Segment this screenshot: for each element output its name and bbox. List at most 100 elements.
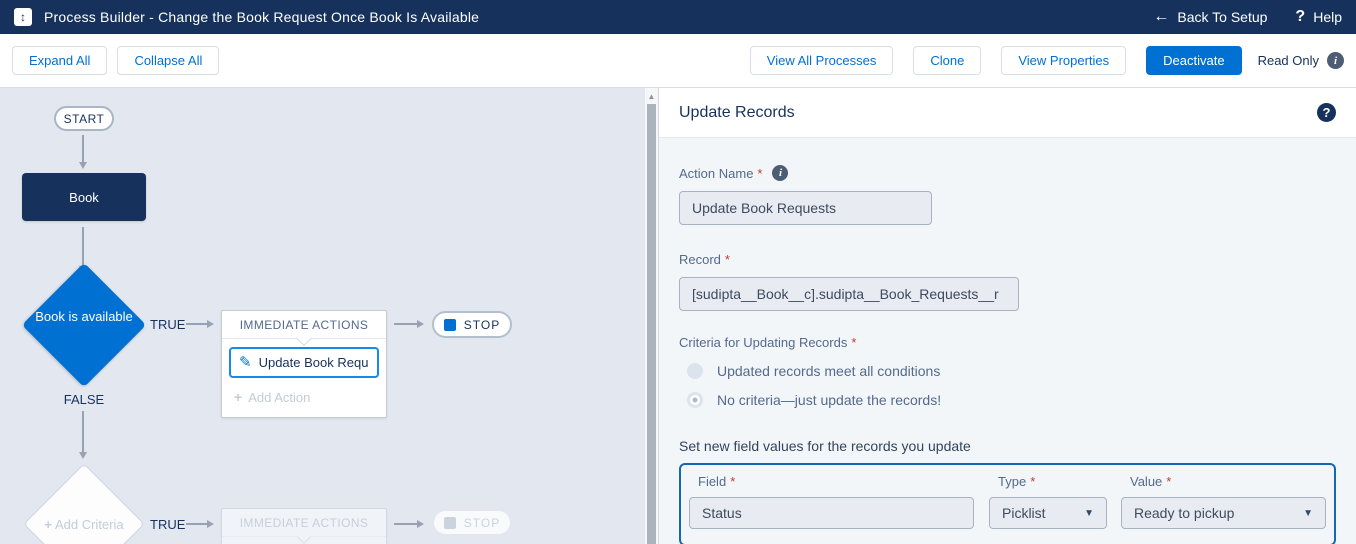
start-node: START [54,106,114,131]
page-title: Process Builder - Change the Book Reques… [44,9,480,25]
true-branch-label-2: TRUE [150,517,186,532]
panel-title: Update Records [679,103,795,121]
immediate-actions-header-2: IMMEDIATE ACTIONS [222,509,386,544]
add-criteria-button[interactable]: + Add Criteria [22,517,146,532]
scrollbar-thumb[interactable] [647,104,656,544]
stop-square-icon [443,318,456,331]
value-column-label: Value [1130,474,1163,489]
pencil-icon: ✎ [239,354,252,371]
back-arrow-icon: ← [1153,8,1170,25]
header-actions: ← Back To Setup ? Help [1153,8,1342,26]
stop-label: STOP [463,317,501,332]
criteria-option-conditions[interactable]: Updated records meet all conditions [687,363,1336,379]
chevron-down-icon: ▼ [1303,507,1313,519]
plus-icon: + [234,389,243,405]
collapse-all-button[interactable]: Collapse All [117,46,220,75]
value-dropdown-value: Ready to pickup [1134,505,1235,521]
scroll-up-icon[interactable]: ▲ [645,89,658,103]
criteria-option-label: Updated records meet all conditions [717,363,941,379]
type-dropdown[interactable]: Picklist ▼ [989,497,1107,529]
add-criteria-label: Add Criteria [54,517,124,532]
required-mark: * [1030,474,1036,489]
details-panel: Update Records ? Action Name * i Update B… [658,88,1356,544]
radio-icon[interactable] [687,363,703,379]
back-to-setup-link[interactable]: ← Back To Setup [1153,8,1267,26]
toolbar: Expand All Collapse All View All Process… [0,34,1356,88]
criteria-option-no-criteria[interactable]: No criteria—just update the records! [687,392,1336,408]
immediate-actions-title: IMMEDIATE ACTIONS [239,317,369,332]
canvas-scrollbar: ▲ [644,88,658,544]
record-field[interactable]: [sudipta__Book__c].sudipta__Book_Request… [679,277,1019,311]
stop-square-icon-2 [443,516,456,529]
toolbar-right: View All Processes Clone View Properties… [749,46,1344,75]
type-column: Type * Picklist ▼ [989,474,1121,529]
criteria-label-row: Criteria for Updating Records * [679,335,1336,350]
required-mark: * [1166,474,1172,489]
immediate-actions-header: IMMEDIATE ACTIONS [222,311,386,347]
trigger-node-book[interactable]: Book [22,173,146,221]
false-branch-label: FALSE [63,392,105,407]
stop-node-2: STOP [432,509,512,536]
criteria-diamond-label[interactable]: Book is available [22,309,146,325]
value-dropdown[interactable]: Ready to pickup ▼ [1121,497,1326,529]
required-mark: * [757,165,763,181]
stop-node: STOP [432,311,512,338]
caret-down-notch-2 [296,529,312,544]
panel-help-icon[interactable]: ? [1317,103,1336,122]
criteria-diamond-shape[interactable] [21,262,147,388]
field-values-heading: Set new field values for the records you… [679,438,971,454]
connector-actions-to-stop [394,320,424,328]
criteria-label: Criteria for Updating Records [679,335,848,350]
field-input[interactable]: Status [689,497,974,529]
read-only-label: Read Only [1257,53,1319,68]
connector-start-to-trigger [79,135,87,169]
deactivate-button[interactable]: Deactivate [1146,46,1242,75]
immediate-actions-title-2: IMMEDIATE ACTIONS [239,515,369,530]
process-builder-icon: ↕ [14,8,32,26]
required-mark: * [730,474,736,489]
immediate-actions-box: IMMEDIATE ACTIONS ✎ Update Book Requ... … [221,310,387,418]
record-label: Record [679,252,721,267]
add-action-label: Add Action [248,389,311,405]
connector-actions2-to-stop [394,520,424,528]
action-item-update-book-requests[interactable]: ✎ Update Book Requ... [229,347,379,378]
expand-all-button[interactable]: Expand All [12,46,108,75]
help-link[interactable]: ? Help [1295,8,1342,26]
action-name-field[interactable]: Update Book Requests [679,191,932,225]
chevron-down-icon: ▼ [1084,507,1094,519]
type-column-header: Type * [998,474,1121,489]
view-properties-button[interactable]: View Properties [1001,46,1127,75]
caret-down-notch [296,331,312,347]
type-dropdown-value: Picklist [1002,505,1046,521]
add-action-button[interactable]: + Add Action [222,378,386,417]
value-column: Value * Ready to pickup ▼ [1121,474,1326,529]
action-name-label-row: Action Name * i [679,165,1336,181]
action-name-label: Action Name [679,165,754,181]
action-name-info-icon[interactable]: i [772,165,789,181]
field-values-box: Field* Status Type* Picklist ▼ Value* [679,463,1336,544]
connector-false-to-next [79,411,87,459]
read-only-info-icon[interactable]: i [1327,52,1344,69]
main-area: START Book Book is available TRUE IMMEDI… [0,88,1356,544]
required-mark: * [851,335,857,350]
app-header: ↕ Process Builder - Change the Book Requ… [0,0,1356,34]
true-branch-label: TRUE [150,317,186,332]
panel-header: Update Records ? [659,88,1356,138]
immediate-actions-box-2: IMMEDIATE ACTIONS [221,508,387,544]
field-column: Field * Status [689,474,989,529]
field-column-label: Field [698,474,727,489]
clone-button[interactable]: Clone [913,46,982,75]
view-all-processes-button[interactable]: View All Processes [749,46,894,75]
required-mark: * [724,252,730,267]
radio-icon[interactable] [687,392,703,408]
value-column-header: Value * [1130,474,1326,489]
action-item-label: Update Book Requ... [258,355,369,370]
panel-body: Action Name * i Update Book Requests Reco… [659,138,1356,544]
connector-true-to-actions [186,320,214,328]
plus-icon: + [44,517,52,532]
back-to-setup-label: Back To Setup [1177,9,1268,25]
field-column-header: Field * [698,474,989,489]
type-column-label: Type [998,474,1027,489]
connector-true2-to-actions [186,520,214,528]
help-icon: ? [1295,8,1306,25]
